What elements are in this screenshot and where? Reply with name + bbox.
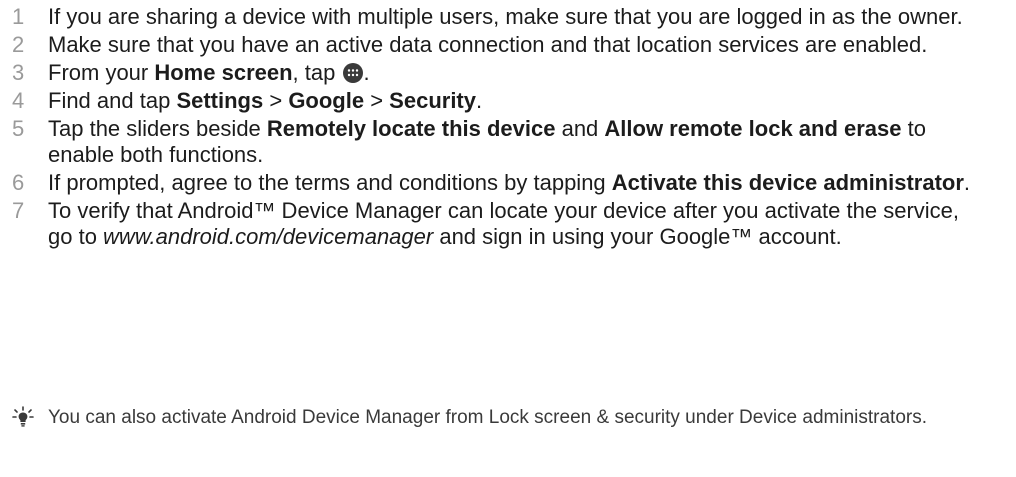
step-4: 4 Find and tap Settings > Google > Secur…	[8, 88, 1008, 114]
tip-text: You can also activate Android Device Man…	[48, 407, 928, 428]
step-text: If you are sharing a device with multipl…	[48, 4, 963, 29]
remotely-locate-label: Remotely locate this device	[266, 116, 556, 141]
step-text: Make sure that you have an active data c…	[48, 32, 928, 57]
device-manager-url: www.android.com/devicemanager	[103, 224, 434, 249]
lightbulb-icon	[8, 406, 48, 434]
step-number: 6	[12, 170, 25, 195]
step-2: 2 Make sure that you have an active data…	[8, 32, 1008, 58]
step-number: 5	[12, 116, 25, 141]
step-7: 7 To verify that Android™ Device Manager…	[8, 198, 1008, 250]
security-label: Security	[389, 88, 476, 113]
step-number: 1	[12, 4, 25, 29]
allow-remote-lock-label: Allow remote lock and erase	[604, 116, 902, 141]
step-6: 6 If prompted, agree to the terms and co…	[8, 170, 1008, 196]
step-text: To verify that Android™ Device Manager c…	[48, 198, 960, 249]
instruction-steps: 1 If you are sharing a device with multi…	[8, 4, 1008, 252]
step-text: From your Home screen, tap .	[48, 60, 370, 85]
activate-admin-label: Activate this device administrator	[611, 170, 964, 195]
step-text: If prompted, agree to the terms and cond…	[48, 170, 971, 195]
step-text: Find and tap Settings > Google > Securit…	[48, 88, 483, 113]
step-5: 5 Tap the sliders beside Remotely locate…	[8, 116, 1008, 168]
step-number: 4	[12, 88, 25, 113]
document-page: 1 If you are sharing a device with multi…	[0, 0, 1016, 477]
home-screen-label: Home screen	[154, 60, 293, 85]
step-number: 2	[12, 32, 25, 57]
settings-label: Settings	[176, 88, 264, 113]
step-number: 7	[12, 198, 25, 223]
step-text: Tap the sliders beside Remotely locate t…	[48, 116, 926, 167]
apps-grid-icon	[343, 63, 364, 83]
step-3: 3 From your Home screen, tap .	[8, 60, 1008, 86]
step-number: 3	[12, 60, 25, 85]
step-1: 1 If you are sharing a device with multi…	[8, 4, 1008, 30]
tip-note: You can also activate Android Device Man…	[8, 406, 1008, 434]
google-label: Google	[288, 88, 365, 113]
